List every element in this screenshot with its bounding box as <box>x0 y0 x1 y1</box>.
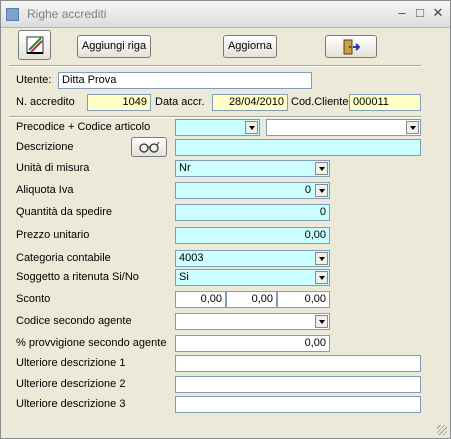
header-separator <box>9 116 421 118</box>
minimize-icon[interactable]: – <box>395 6 409 20</box>
accredito-field: 1049 <box>87 94 151 111</box>
precodice-label: Precodice + Codice articolo <box>16 121 151 133</box>
codice-articolo-select[interactable] <box>266 119 421 136</box>
close-icon[interactable]: ✕ <box>431 6 445 20</box>
desc3-label: Ulteriore descrizione 3 <box>16 398 126 410</box>
desc1-field[interactable] <box>175 355 421 372</box>
chevron-down-icon[interactable] <box>245 121 258 134</box>
desc2-field[interactable] <box>175 376 421 393</box>
add-row-button[interactable]: Aggiungi riga <box>77 35 151 58</box>
chevron-down-icon[interactable] <box>315 271 328 284</box>
report-button[interactable] <box>18 30 51 60</box>
sconto-label: Sconto <box>16 293 51 305</box>
exit-button[interactable] <box>325 35 377 58</box>
exit-door-icon <box>343 39 361 55</box>
window: Righe accrediti – □ ✕ Aggiungi riga Aggi… <box>0 0 451 439</box>
unita-label: Unità di misura <box>16 162 90 174</box>
iva-select[interactable]: 0 <box>175 182 330 199</box>
resize-grip-icon[interactable] <box>437 425 447 435</box>
prezzo-label: Prezzo unitario <box>16 229 90 241</box>
accredito-label: N. accredito <box>16 96 75 108</box>
ritenuta-label: Soggetto a ritenuta Si/No <box>16 271 139 283</box>
categoria-label: Categoria contabile <box>16 252 111 264</box>
maximize-icon[interactable]: □ <box>413 6 427 20</box>
title-bar[interactable]: Righe accrediti – □ ✕ <box>1 1 450 28</box>
cod-cliente-field: 000011 <box>349 94 421 111</box>
app-icon <box>6 8 19 21</box>
descrizione-label: Descrizione <box>16 141 74 153</box>
descrizione-field[interactable] <box>175 139 421 156</box>
unita-value: Nr <box>179 162 191 174</box>
desc2-label: Ulteriore descrizione 2 <box>16 378 126 390</box>
desc3-field[interactable] <box>175 396 421 413</box>
ritenuta-select[interactable]: Si <box>175 269 330 286</box>
precodice-field[interactable] <box>175 119 260 136</box>
cod-cliente-label: Cod.Cliente <box>291 96 349 108</box>
sconto-1-field[interactable]: 0,00 <box>175 291 226 308</box>
agente-label: Codice secondo agente <box>16 315 132 327</box>
ritenuta-value: Si <box>179 271 189 283</box>
chevron-down-icon[interactable] <box>315 252 328 265</box>
search-article-button[interactable] <box>131 137 167 157</box>
provvigione-label: % provvigione secondo agente <box>16 337 167 349</box>
glasses-icon <box>139 141 160 153</box>
categoria-value: 4003 <box>179 252 204 264</box>
chevron-down-icon[interactable] <box>315 162 328 175</box>
quantita-field[interactable]: 0 <box>175 204 330 221</box>
provvigione-field[interactable]: 0,00 <box>175 335 330 352</box>
chevron-down-icon[interactable] <box>315 184 328 197</box>
sconto-2-field[interactable]: 0,00 <box>226 291 277 308</box>
toolbar-separator <box>9 65 421 67</box>
desc1-label: Ulteriore descrizione 1 <box>16 357 126 369</box>
data-accredito-field: 28/04/2010 <box>212 94 288 111</box>
chevron-down-icon[interactable] <box>406 121 419 134</box>
quantita-label: Quantità da spedire <box>16 206 113 218</box>
report-icon <box>26 36 43 54</box>
sconto-3-field[interactable]: 0,00 <box>277 291 330 308</box>
unita-select[interactable]: Nr <box>175 160 330 177</box>
data-accredito-label: Data accr. <box>155 96 205 108</box>
utente-field: Ditta Prova <box>58 72 312 89</box>
iva-value: 0 <box>304 184 311 196</box>
chevron-down-icon[interactable] <box>315 315 328 328</box>
prezzo-field[interactable]: 0,00 <box>175 227 330 244</box>
update-button[interactable]: Aggiorna <box>223 35 277 58</box>
window-title: Righe accrediti <box>27 7 107 21</box>
categoria-select[interactable]: 4003 <box>175 250 330 267</box>
iva-label: Aliquota Iva <box>16 184 74 196</box>
agente-select[interactable] <box>175 313 330 330</box>
utente-label: Utente: <box>16 74 52 86</box>
